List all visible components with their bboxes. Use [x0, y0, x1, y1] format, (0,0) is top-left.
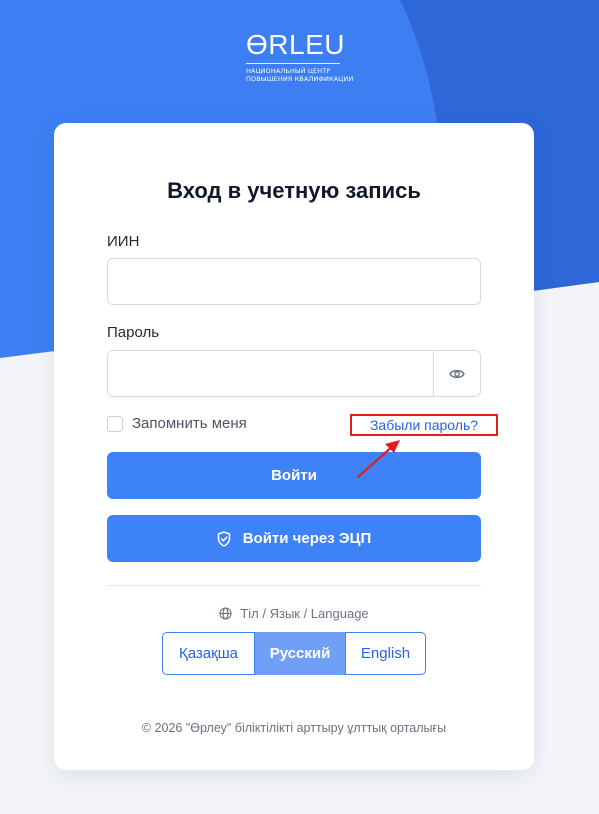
login-ecp-label: Войти через ЭЦП [242, 530, 372, 547]
login-card: Вход в учетную запись ИИН Пароль Запомни… [54, 123, 534, 770]
orleu-logo: ƟRLEU НАЦИОНАЛЬНЫЙ ЦЕНТР ПОВЫШЕНИЯ КВАЛИ… [246, 29, 354, 93]
language-option-kazakh[interactable]: Қазақша [162, 632, 255, 675]
remember-me-label: Запомнить меня [132, 415, 247, 432]
language-switcher: Қазақша Русский English [162, 632, 426, 675]
page-title: Вход в учетную запись [167, 178, 421, 203]
forgot-password-link[interactable]: Забыли пароль? [350, 414, 498, 436]
password-field [107, 350, 481, 397]
language-option-russian[interactable]: Русский [255, 632, 345, 675]
logo-divider [246, 63, 340, 64]
footer-copyright: © 2026 "Өрлеу" біліктілікті арттыру ұлтт… [141, 721, 447, 735]
logo-subtitle-line2: ПОВЫШЕНИЯ КВАЛИФИКАЦИИ [246, 75, 354, 83]
logo-subtitle-line1: НАЦИОНАЛЬНЫЙ ЦЕНТР [246, 67, 331, 75]
divider [107, 585, 481, 586]
remember-me-checkbox[interactable]: Запомнить меня [107, 415, 247, 432]
checkbox-box[interactable] [107, 415, 123, 432]
iin-input[interactable] [107, 258, 481, 305]
toggle-password-visibility-button[interactable] [433, 351, 480, 396]
globe-icon [219, 607, 232, 620]
logo-wordmark: ƟRLEU [246, 29, 345, 60]
password-label: Пароль [107, 324, 160, 341]
login-ecp-button[interactable]: Войти через ЭЦП [107, 515, 481, 562]
language-heading-text: Тіл / Язык / Language [240, 606, 369, 621]
language-option-english[interactable]: English [345, 632, 426, 675]
password-input[interactable] [108, 351, 434, 396]
login-button[interactable]: Войти [107, 452, 481, 499]
eye-icon [449, 369, 465, 378]
shield-check-icon [217, 530, 231, 547]
iin-label: ИИН [107, 233, 140, 250]
language-heading: Тіл / Язык / Language [54, 606, 534, 621]
